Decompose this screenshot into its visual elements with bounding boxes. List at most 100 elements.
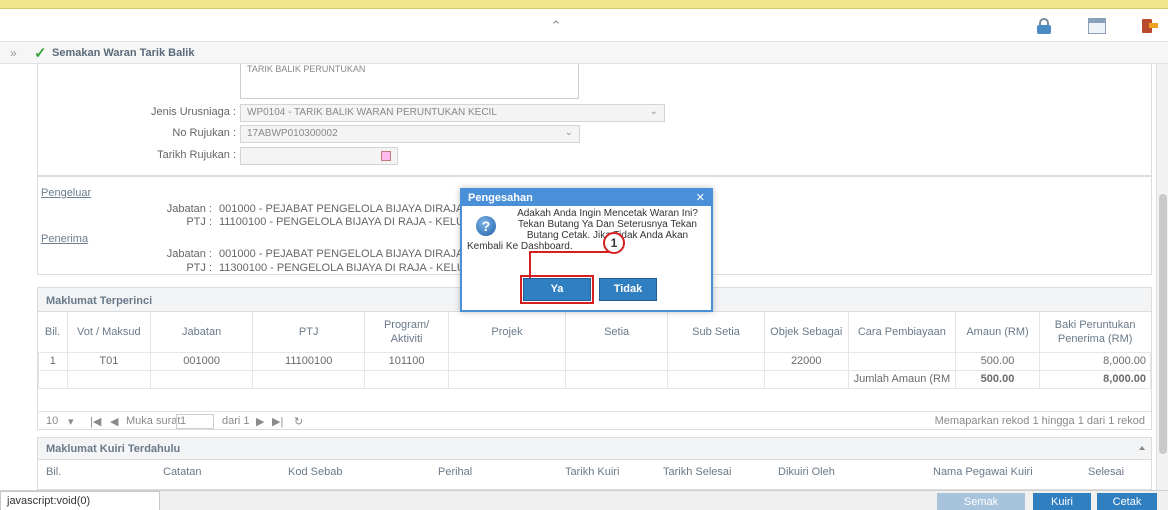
- jenis-urusniaga-label: Jenis Urusniaga :: [151, 106, 236, 118]
- penerima-jabatan-value: 001000 - PEJABAT PENGELOLA BIJAYA DIRAJA: [219, 248, 464, 260]
- next-page-icon[interactable]: ▶: [256, 415, 264, 428]
- lock-icon[interactable]: [1035, 18, 1053, 34]
- col-ptj[interactable]: PTJ: [252, 312, 366, 352]
- kuiri-col-dikuiri-oleh[interactable]: Dikuiri Oleh: [778, 466, 835, 478]
- status-url: javascript:void(0): [0, 491, 160, 510]
- cell-projek: [447, 351, 567, 371]
- dialog-line-1: Adakah Anda Ingin Mencetak Waran Ini?: [517, 208, 698, 219]
- jenis-urusniaga-value: WP0104 - TARIK BALIK WARAN PERUNTUKAN KE…: [247, 107, 497, 118]
- scrollbar-thumb[interactable]: [1159, 194, 1167, 454]
- col-vot[interactable]: Vot / Maksud: [67, 312, 152, 352]
- col-jabatan[interactable]: Jabatan: [150, 312, 254, 352]
- kuiri-col-nama-pegawai[interactable]: Nama Pegawai Kuiri: [933, 466, 1033, 478]
- yes-button[interactable]: Ya: [520, 275, 594, 304]
- note-textarea[interactable]: TARIK BALIK PERUNTUKAN: [240, 64, 579, 99]
- page-title-bar: » ✓ Semakan Waran Tarik Balik: [0, 42, 1168, 64]
- tarikh-rujukan-label: Tarikh Rujukan :: [157, 149, 236, 161]
- prev-page-icon[interactable]: ◀: [110, 415, 118, 428]
- kuiri-col-kod-sebab[interactable]: Kod Sebab: [288, 466, 342, 478]
- detail-header-row: Bil. Vot / Maksud Jabatan PTJ Program/ A…: [38, 312, 1151, 352]
- dialog-line-3: Butang Cetak. Jika Tidak Anda Akan: [526, 230, 689, 241]
- pengeluar-ptj-label: PTJ :: [186, 216, 212, 228]
- last-page-icon[interactable]: ▶|: [272, 415, 283, 428]
- dialog-line-2: Tekan Butang Ya Dan Seterusnya Tekan: [517, 219, 697, 230]
- kuiri-col-bil[interactable]: Bil.: [46, 466, 61, 478]
- kuiri-col-selesai[interactable]: Selesai: [1088, 466, 1124, 478]
- table-row[interactable]: 1 T01 001000 11100100 101100 22000 500.0…: [38, 351, 1152, 371]
- cell-program: 101100: [364, 351, 449, 371]
- no-rujukan-select[interactable]: 17ABWP010300002 ⌄: [240, 125, 580, 143]
- total-row: Jumlah Amaun (RM 500.00 8,000.00: [38, 369, 1152, 389]
- top-strip: [0, 0, 1168, 9]
- penerima-ptj-value: 11300100 - PENGELOLA BIJAYA DI RAJA - KE…: [219, 262, 469, 274]
- col-cara[interactable]: Cara Pembiayaan: [848, 312, 957, 352]
- penerima-ptj-label: PTJ :: [186, 262, 212, 274]
- callout-line: [529, 251, 531, 278]
- vertical-scrollbar[interactable]: [1156, 64, 1168, 490]
- cell-setia: [565, 351, 669, 371]
- kuiri-col-perihal[interactable]: Perihal: [438, 466, 472, 478]
- first-page-icon[interactable]: |◀: [90, 415, 101, 428]
- cetak-button[interactable]: Cetak: [1097, 493, 1157, 510]
- col-sub-setia[interactable]: Sub Setia: [667, 312, 765, 352]
- col-baki[interactable]: Baki Peruntukan Penerima (RM): [1039, 312, 1150, 352]
- cell-ptj: 11100100: [252, 351, 366, 371]
- col-objek[interactable]: Objek Sebagai: [764, 312, 849, 352]
- total-label: Jumlah Amaun (RM: [847, 369, 957, 389]
- pengeluar-jabatan-value: 001000 - PEJABAT PENGELOLA BIJAYA DIRAJA: [219, 203, 464, 215]
- form-panel: TARIK BALIK PERUNTUKAN Jenis Urusniaga :…: [37, 64, 1152, 176]
- no-rujukan-value: 17ABWP010300002: [247, 128, 338, 139]
- expand-menu-icon[interactable]: »: [10, 46, 17, 60]
- calendar-icon[interactable]: [1088, 18, 1106, 34]
- kuiri-button[interactable]: Kuiri: [1033, 493, 1091, 510]
- cell-baki: 8,000.00: [1038, 351, 1152, 371]
- page-size-select[interactable]: 10: [46, 415, 58, 427]
- top-toolbar: ⌃: [0, 9, 1168, 42]
- kuiri-col-tarikh-selesai[interactable]: Tarikh Selesai: [663, 466, 731, 478]
- kuiri-col-catatan[interactable]: Catatan: [163, 466, 202, 478]
- tarikh-rujukan-field[interactable]: [240, 147, 398, 165]
- refresh-icon[interactable]: ↻: [294, 415, 303, 428]
- date-picker-icon[interactable]: [381, 151, 391, 161]
- close-icon[interactable]: ✕: [696, 191, 705, 204]
- pengeluar-jabatan-label: Jabatan :: [166, 203, 212, 215]
- logout-icon[interactable]: [1140, 18, 1158, 34]
- kuiri-header-row: Bil. Catatan Kod Sebab Perihal Tarikh Ku…: [38, 462, 1151, 482]
- col-bil[interactable]: Bil.: [38, 312, 68, 352]
- penerima-link[interactable]: Penerima: [41, 233, 88, 245]
- detail-table: Bil. Vot / Maksud Jabatan PTJ Program/ A…: [38, 312, 1152, 389]
- penerima-jabatan-label: Jabatan :: [166, 248, 212, 260]
- cell-sub-setia: [667, 351, 765, 371]
- collapse-up-icon[interactable]: ⌃: [547, 17, 565, 35]
- pengeluar-link[interactable]: Pengeluar: [41, 187, 91, 199]
- no-button[interactable]: Tidak: [599, 278, 657, 301]
- col-projek[interactable]: Projek: [448, 312, 567, 352]
- page-label: Muka surat: [126, 415, 181, 427]
- col-program[interactable]: Program/ Aktiviti: [364, 312, 449, 352]
- col-amaun[interactable]: Amaun (RM): [955, 312, 1040, 352]
- kuiri-panel: Maklumat Kuiri Terdahulu Bil. Catatan Ko…: [37, 437, 1152, 490]
- check-icon: ✓: [34, 45, 47, 62]
- cell-objek: 22000: [763, 351, 849, 371]
- semak-button[interactable]: Semak: [937, 493, 1025, 510]
- confirm-dialog: Pengesahan ✕ ? Adakah Anda Ingin Menceta…: [460, 188, 713, 312]
- pager-info: Memaparkan rekod 1 hingga 1 dari 1 rekod: [934, 415, 1145, 427]
- dialog-title: Pengesahan: [462, 190, 711, 206]
- kuiri-heading: Maklumat Kuiri Terdahulu: [38, 438, 1151, 460]
- dialog-message: Adakah Anda Ingin Mencetak Waran Ini? Te…: [467, 208, 710, 252]
- page-number-input[interactable]: 1: [176, 414, 214, 429]
- page-size-chevron-icon[interactable]: ▾: [68, 415, 74, 428]
- pengeluar-ptj-value: 11100100 - PENGELOLA BIJAYA DI RAJA - KE…: [219, 216, 469, 228]
- collapse-panel-icon[interactable]: [1139, 446, 1145, 450]
- no-rujukan-label: No Rujukan :: [172, 127, 236, 139]
- col-setia[interactable]: Setia: [565, 312, 669, 352]
- page-of-label: dari 1: [222, 415, 250, 427]
- cell-cara: [847, 351, 957, 371]
- chevron-down-icon: ⌄: [564, 127, 573, 138]
- cell-bil: 1: [38, 351, 68, 371]
- cell-jabatan: 001000: [150, 351, 254, 371]
- jenis-urusniaga-select[interactable]: WP0104 - TARIK BALIK WARAN PERUNTUKAN KE…: [240, 104, 665, 122]
- cell-amaun: 500.00: [955, 351, 1040, 371]
- status-bar: javascript:void(0) Semak Kuiri Cetak: [0, 490, 1168, 510]
- kuiri-col-tarikh-kuiri[interactable]: Tarikh Kuiri: [565, 466, 619, 478]
